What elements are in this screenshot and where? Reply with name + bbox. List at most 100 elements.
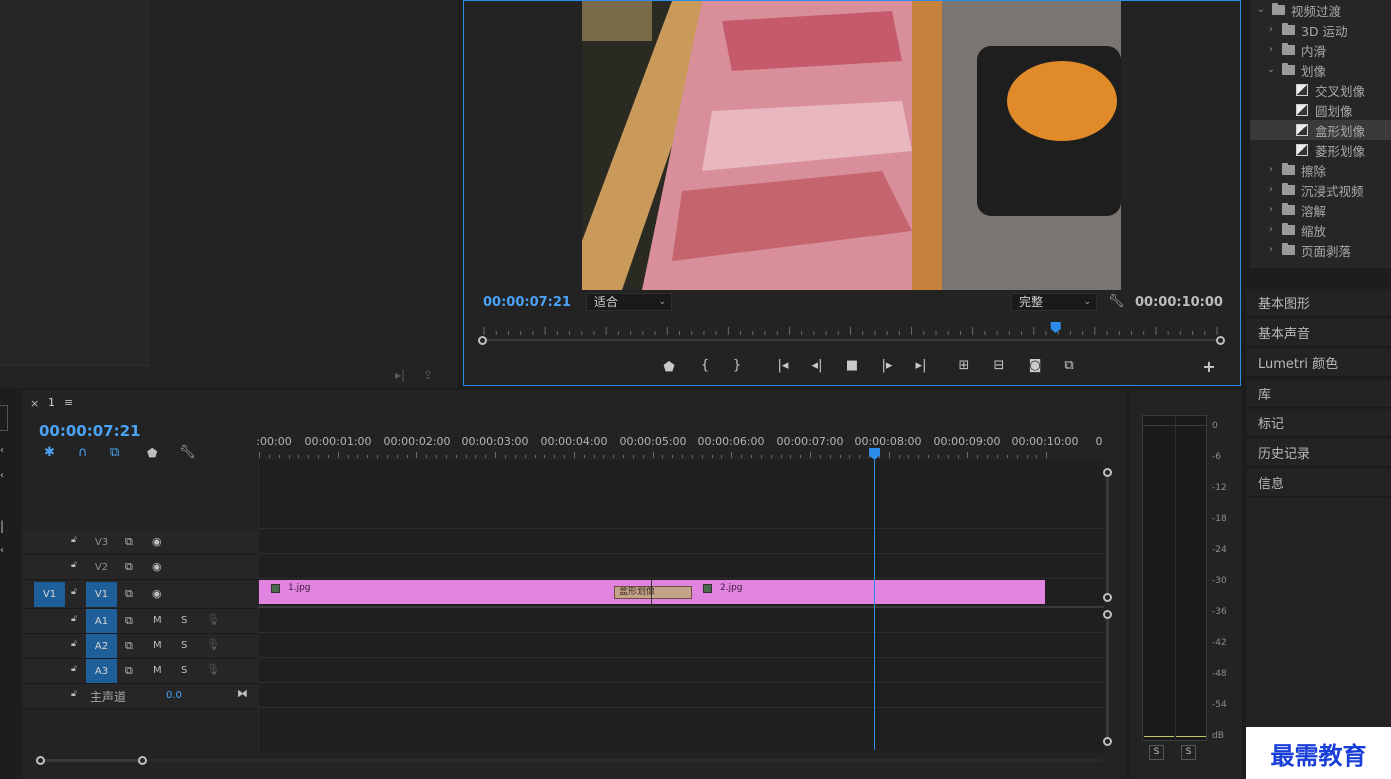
track-target-v3[interactable]: V3 [86,530,117,554]
video-scrollbar[interactable] [1106,477,1109,593]
solo-button[interactable]: S [181,665,187,676]
mark-out-icon[interactable]: } [728,358,746,373]
h-scroll-left-handle[interactable] [36,756,45,765]
chevron-down-icon[interactable]: ⌄ [1266,65,1276,75]
tree-item[interactable]: › 3D 运动 [1250,20,1391,40]
program-zoom-bar[interactable] [480,339,1222,341]
chevron-right-icon[interactable]: › [1266,185,1276,195]
track-header-a3[interactable]: 🔓︎ A3 ⧉ M S 🎙︎ [22,659,258,684]
tree-item[interactable]: 盒形划像 [1250,120,1391,140]
tool-track-select-icon[interactable]: ‹ [0,445,4,456]
add-marker-icon[interactable]: ⬟ [147,446,157,460]
eye-icon[interactable]: ◉ [152,587,162,600]
close-tab-icon[interactable]: × [30,397,39,410]
track-header-v3[interactable]: 🔓︎ V3 ⧉ ◉ [22,530,258,555]
track-target-a3[interactable]: A3 [86,659,117,683]
panel-tab[interactable]: Lumetri 颜色 [1246,349,1391,377]
audio-scrollbar[interactable] [1106,619,1109,737]
solo-right-button[interactable]: S [1181,745,1196,760]
track-header-v1[interactable]: V1 🔓︎ V1 ⧉ ◉ [22,580,258,609]
mark-in-icon[interactable]: { [696,358,714,373]
panel-tab[interactable]: 标记 [1246,409,1391,437]
lane-v2[interactable] [259,554,1104,579]
sync-lock-icon[interactable]: ⧉ [125,639,133,653]
tree-item[interactable]: › 溶解 [1250,200,1391,220]
tool-slip-icon[interactable]: ‹ [0,545,4,556]
sync-lock-icon[interactable]: ⧉ [125,664,133,678]
track-target-a1[interactable]: A1 [86,609,117,633]
eye-icon[interactable]: ◉ [152,535,162,548]
program-scrubber[interactable] [478,319,1223,339]
tree-item[interactable]: › 内滑 [1250,40,1391,60]
insert-icon[interactable]: ▸| [395,368,405,382]
lane-a1[interactable] [259,608,1104,633]
lane-a3[interactable] [259,658,1104,683]
extract-icon[interactable]: ⊟ [990,358,1008,373]
chevron-right-icon[interactable]: › [1266,205,1276,215]
tree-item[interactable]: 圆划像 [1250,100,1391,120]
track-header-master[interactable]: 🔓︎ 主声道 0.0 ⧓ [22,684,258,709]
eye-icon[interactable]: ◉ [152,560,162,573]
sync-lock-icon[interactable]: ⧉ [125,535,133,549]
panel-tab[interactable]: 信息 [1246,469,1391,497]
source-patch-v1[interactable]: V1 [34,582,65,607]
zoom-select[interactable]: 适合 ⌄ [586,293,672,311]
go-to-in-icon[interactable]: |◂ [774,358,792,373]
sync-lock-icon[interactable]: ⧉ [125,614,133,628]
panel-tab[interactable]: 基本图形 [1246,289,1391,317]
solo-button[interactable]: S [181,615,187,626]
snap-magnet-icon[interactable]: ∩ [78,445,88,460]
step-back-icon[interactable]: ◂| [808,358,826,373]
microphone-icon[interactable]: 🎙︎ [206,663,220,676]
microphone-icon[interactable]: 🎙︎ [206,638,220,651]
go-to-out-icon[interactable]: ▸| [912,358,930,373]
lock-icon[interactable]: 🔓︎ [71,614,77,624]
track-header-a2[interactable]: 🔓︎ A2 ⧉ M S 🎙︎ [22,634,258,659]
lift-icon[interactable]: ⊞ [955,358,973,373]
lock-icon[interactable]: 🔓︎ [71,535,77,545]
lane-master[interactable] [259,683,1104,708]
h-scrollbar-thumb[interactable] [45,759,138,762]
tool-selection[interactable] [0,405,8,431]
linked-selection-icon[interactable]: ⧉ [110,445,119,460]
program-playhead[interactable] [1050,322,1061,333]
timeline-settings-wrench-icon[interactable]: 🔧︎ [179,445,196,460]
panel-tab[interactable]: 基本声音 [1246,319,1391,347]
track-header-a1[interactable]: 🔓︎ A1 ⧉ M S 🎙︎ [22,609,258,634]
track-target-a2[interactable]: A2 [86,634,117,658]
solo-button[interactable]: S [181,640,187,651]
lane-a2[interactable] [259,633,1104,658]
microphone-icon[interactable]: 🎙︎ [206,613,220,626]
tree-item[interactable]: › 擦除 [1250,160,1391,180]
chevron-right-icon[interactable]: › [1266,25,1276,35]
tracks-area[interactable]: 1.jpg 2.jpg 盒形划像 [258,459,1104,752]
mute-button[interactable]: M [153,615,162,626]
tree-item[interactable]: › 缩放 [1250,220,1391,240]
chevron-right-icon[interactable]: › [1266,165,1276,175]
export-frame-icon[interactable]: ⇪ [423,368,433,382]
panel-tab[interactable]: 库 [1246,380,1391,408]
sync-lock-icon[interactable]: ⧉ [125,560,133,574]
tree-item[interactable]: › 页面剥落 [1250,240,1391,260]
lock-icon[interactable]: 🔓︎ [71,639,77,649]
tree-item[interactable]: › 沉浸式视频 [1250,180,1391,200]
track-header-v2[interactable]: 🔓︎ V2 ⧉ ◉ [22,555,258,580]
track-target-v2[interactable]: V2 [86,555,117,579]
master-volume-value[interactable]: 0.0 [166,690,182,701]
video-scroll-bottom-handle[interactable] [1103,593,1112,602]
nest-icon[interactable]: ✱ [44,445,55,460]
tree-item[interactable]: 菱形划像 [1250,140,1391,160]
sync-lock-icon[interactable]: ⧉ [125,587,133,601]
program-current-time[interactable]: 00:00:07:21 [483,295,571,310]
sequence-tab[interactable]: 1 [48,396,55,409]
mute-button[interactable]: M [153,640,162,651]
tool-ripple-icon[interactable]: ‹ [0,470,4,481]
add-marker-icon[interactable]: ⬟ [660,360,678,375]
transition-box-wipe[interactable]: 盒形划像 [614,586,692,599]
chevron-right-icon[interactable]: › [1266,245,1276,255]
settings-wrench-icon[interactable]: 🔧︎ [1108,294,1125,309]
chevron-right-icon[interactable]: › [1266,225,1276,235]
audio-scroll-bottom-handle[interactable] [1103,737,1112,746]
tool-razor-icon[interactable]: | [0,519,4,533]
solo-left-button[interactable]: S [1149,745,1164,760]
